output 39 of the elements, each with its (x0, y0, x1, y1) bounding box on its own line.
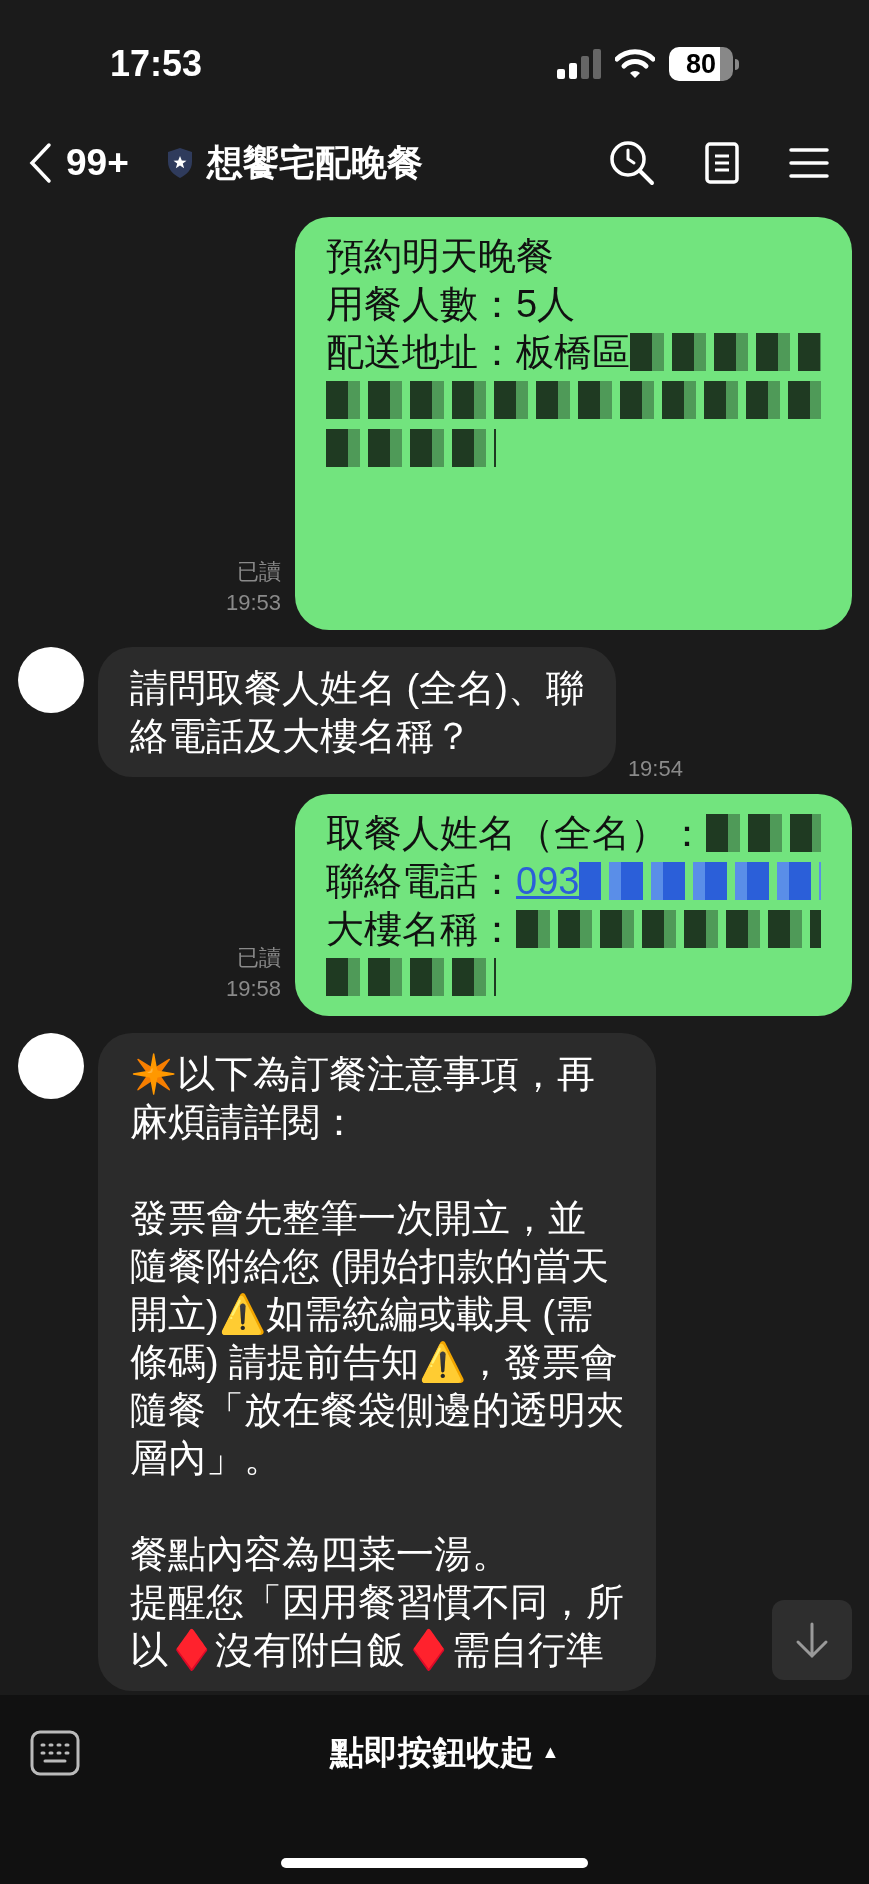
message-text: 條碼) 請提前告知⚠，發票會 (130, 1340, 620, 1385)
message-text: 絡電話及大樓名稱？ (130, 714, 473, 759)
message-text: 用餐人數：5人 (326, 282, 576, 327)
message-text: 以♦沒有附白飯♦需自行準 (130, 1628, 605, 1673)
scroll-down-button[interactable] (772, 1600, 852, 1680)
notes-icon[interactable] (705, 141, 739, 184)
message-text: ✴以下為訂餐注意事項，再 (130, 1052, 596, 1097)
message-text: 隨餐附給您 (開始扣款的當天 (130, 1244, 611, 1289)
read-receipt: 已讀 (237, 944, 281, 972)
status-time: 17:53 (110, 46, 203, 82)
message-text: 大樓名稱： (326, 907, 516, 952)
keyboard-icon[interactable] (30, 1730, 80, 1776)
message-text: 開立)⚠如需統編或載具 (需 (130, 1292, 594, 1337)
message-time: 19:58 (225, 975, 281, 1003)
back-button[interactable]: 99+ (28, 134, 129, 191)
message-text: 聯絡電話： (326, 859, 516, 904)
battery-level: 80 (669, 47, 733, 81)
read-receipt: 已讀 (237, 558, 281, 586)
message-text: 發票會先整筆一次開立，並 (130, 1196, 587, 1241)
back-icon (28, 141, 52, 184)
wifi-icon (615, 49, 655, 79)
message-text: 層內」。 (130, 1436, 283, 1481)
phone-link[interactable]: 093 (516, 857, 580, 905)
search-icon[interactable] (609, 139, 655, 186)
shield-star-icon (166, 146, 193, 179)
signal-icon (557, 49, 601, 79)
message-time: 19:54 (627, 755, 683, 783)
message-text: 隨餐「放在餐袋側邊的透明夾 (130, 1388, 624, 1433)
chat-title: 想饗宅配晚餐 (206, 140, 423, 185)
message-text: 提醒您「因用餐習慣不同，所 (130, 1580, 624, 1625)
menu-icon[interactable] (789, 146, 829, 179)
message-text: 取餐人姓名（全名）： (326, 811, 706, 856)
collapse-menu-button[interactable]: 點即按鈕收起 ▲ (309, 1727, 560, 1778)
message-text: 請問取餐人姓名 (全名)、聯 (130, 666, 584, 711)
message-text: 餐點內容為四菜一湯。 (130, 1532, 511, 1577)
message-text: 預約明天晚餐 (326, 234, 554, 279)
message-text: 麻煩請詳閱： (130, 1100, 359, 1145)
message-text: 配送地址：板橋區 (326, 330, 630, 375)
message-time: 19:53 (225, 589, 281, 617)
